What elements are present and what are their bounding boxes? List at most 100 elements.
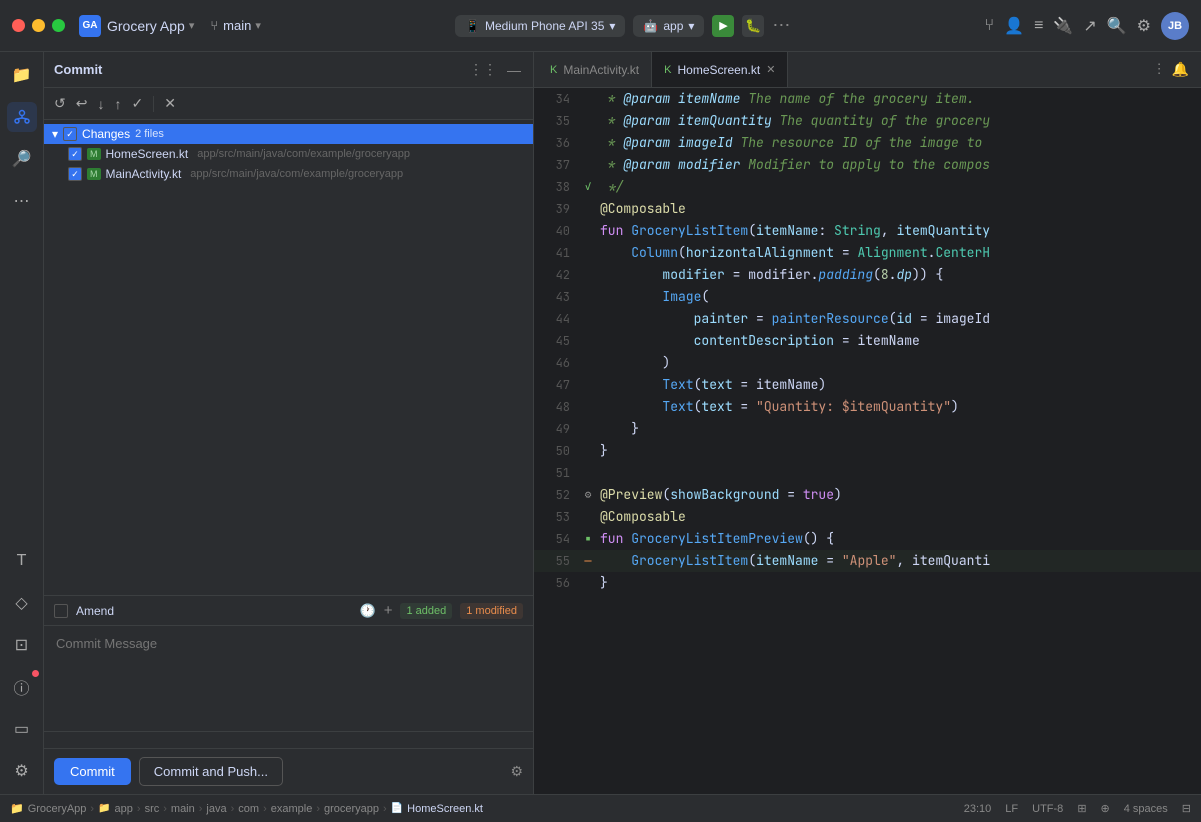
breadcrumb-com[interactable]: com <box>238 803 259 815</box>
code-line-48: 48 Text(text = "Quantity: $itemQuantity"… <box>534 396 1201 418</box>
branch-selector[interactable]: ⑂ main ▾ <box>210 18 261 33</box>
minimize-button[interactable] <box>32 19 45 32</box>
breadcrumb-main[interactable]: main <box>171 803 195 815</box>
code-line-51: 51 <box>534 462 1201 484</box>
line-indicator: — <box>580 550 596 572</box>
line-ending-indicator[interactable]: LF <box>1005 803 1018 815</box>
code-line-55: 55 — GroceryListItem(itemName = "Apple",… <box>534 550 1201 572</box>
breadcrumb-app[interactable]: app <box>115 803 133 815</box>
rollback-icon[interactable]: ↩ <box>74 93 90 114</box>
line-number: 46 <box>534 352 580 374</box>
changes-group-label: Changes <box>82 127 130 141</box>
line-number: 39 <box>534 198 580 220</box>
changes-group-checkbox[interactable]: ✓ <box>63 127 77 141</box>
notifications-icon[interactable]: 🔔 <box>1172 61 1189 78</box>
rail-terminal-icon[interactable]: ▭ <box>7 714 37 744</box>
code-editor-panel: K MainActivity.kt K HomeScreen.kt ✕ ⋮ 🔔 … <box>534 52 1201 794</box>
rail-find-icon[interactable]: 🔎 <box>7 144 37 174</box>
find-icon[interactable]: 👤 <box>1004 16 1024 36</box>
check-icon[interactable]: ✓ <box>129 93 145 114</box>
tab-mainactivity[interactable]: K MainActivity.kt <box>538 52 652 87</box>
run-configs-icon[interactable]: ≡ <box>1034 17 1043 35</box>
code-line-46: 46 ) <box>534 352 1201 374</box>
run-target-chevron-icon: ▾ <box>688 19 694 33</box>
plugins-icon[interactable]: 🔌 <box>1053 16 1073 36</box>
rail-vcs-icon[interactable] <box>7 102 37 132</box>
refresh-icon[interactable]: ↺ <box>52 93 68 114</box>
rail-bottom-icon2[interactable]: ◇ <box>7 588 37 618</box>
file-checkbox-mainactivity[interactable]: ✓ <box>68 167 82 181</box>
encoding-indicator[interactable]: UTF-8 <box>1032 803 1063 815</box>
line-number: 51 <box>534 462 580 484</box>
run-button[interactable]: ▶ <box>712 15 734 37</box>
panel-collapse-icon[interactable]: — <box>505 60 523 80</box>
close-vcs-icon[interactable]: ✕ <box>162 93 178 114</box>
rail-bottom-icon3[interactable]: ⊡ <box>7 630 37 660</box>
code-line-38: 38 ✓ */ <box>534 176 1201 198</box>
amend-checkbox[interactable] <box>54 604 68 618</box>
line-number: 48 <box>534 396 580 418</box>
push-icon[interactable]: ↑ <box>112 94 123 114</box>
search-icon[interactable]: 🔍 <box>1107 16 1127 36</box>
main-area: 📁 🔎 ⋯ T ◇ ⊡ ⓘ ▭ ⚙ Commit <box>0 52 1201 794</box>
breadcrumb-src[interactable]: src <box>145 803 160 815</box>
device-selector[interactable]: 📱 Medium Phone API 35 ▾ <box>455 15 625 37</box>
vcs-icon[interactable]: ⑂ <box>985 17 995 35</box>
changes-group-header[interactable]: ▾ ✓ Changes 2 files <box>44 124 533 144</box>
breadcrumb-groceryapp[interactable]: GroceryApp <box>28 803 87 815</box>
breadcrumb-groceryapp2[interactable]: groceryapp <box>324 803 379 815</box>
breadcrumb-homescreen[interactable]: HomeScreen.kt <box>407 803 483 815</box>
maximize-button[interactable] <box>52 19 65 32</box>
line-content: * @param imageId The resource ID of the … <box>596 132 1201 154</box>
status-right: 23:10 LF UTF-8 ⊞ ⊕ 4 spaces ⊟ <box>964 802 1191 815</box>
breadcrumb-example[interactable]: example <box>271 803 313 815</box>
tab-homescreen[interactable]: K HomeScreen.kt ✕ <box>652 52 788 87</box>
run-target-selector[interactable]: 🤖 app ▾ <box>633 15 704 37</box>
panel-options-icon[interactable]: ⋮⋮ <box>467 59 499 80</box>
file-type-badge: M <box>87 148 101 160</box>
stats-added-badge: 1 added <box>400 603 452 619</box>
settings-icon[interactable]: ⚙ <box>1137 16 1151 36</box>
line-number: 50 <box>534 440 580 462</box>
line-content: modifier = modifier.padding(8.dp)) { <box>596 264 1201 286</box>
breadcrumb-app-icon: 📁 <box>98 803 110 814</box>
list-item[interactable]: ✓ M HomeScreen.kt app/src/main/java/com/… <box>44 144 533 164</box>
line-content: fun GroceryListItem(itemName: String, it… <box>596 220 1201 242</box>
line-content: * @param itemQuantity The quantity of th… <box>596 110 1201 132</box>
gear-inline-icon[interactable]: ⚙ <box>585 484 592 506</box>
line-content: * @param itemName The name of the grocer… <box>596 88 1201 110</box>
breadcrumb-java[interactable]: java <box>206 803 226 815</box>
history-icon[interactable]: 🕐 <box>360 603 376 619</box>
share-icon[interactable]: ↗ <box>1083 16 1096 36</box>
close-button[interactable] <box>12 19 25 32</box>
commit-button[interactable]: Commit <box>54 758 131 785</box>
commit-settings-icon[interactable]: ⚙ <box>510 763 523 780</box>
add-icon[interactable]: + <box>384 602 393 619</box>
avatar[interactable]: JB <box>1161 12 1189 40</box>
debug-button[interactable]: 🐛 <box>742 15 764 37</box>
commit-message-input[interactable] <box>44 626 533 726</box>
editor-tabs: K MainActivity.kt K HomeScreen.kt ✕ ⋮ 🔔 <box>534 52 1201 88</box>
more-actions-icon[interactable]: ⋯ <box>772 15 790 36</box>
line-content: @Composable <box>596 506 1201 528</box>
file-name-mainactivity: MainActivity.kt <box>106 167 182 181</box>
line-number: 55 <box>534 550 580 572</box>
code-editor-content[interactable]: 34 * @param itemName The name of the gro… <box>534 88 1201 794</box>
statusbar: 📁 GroceryApp › 📁 app › src › main › java… <box>0 794 1201 822</box>
commit-and-push-button[interactable]: Commit and Push... <box>139 757 283 786</box>
tab-actions-icon[interactable]: ⋮ <box>1153 61 1166 78</box>
rail-settings-bottom-icon[interactable]: ⚙ <box>7 756 37 786</box>
update-icon[interactable]: ↓ <box>95 94 106 114</box>
file-checkbox-homescreen[interactable]: ✓ <box>68 147 82 161</box>
rail-more-icon[interactable]: ⋯ <box>7 186 37 216</box>
rail-notification-icon[interactable]: ⓘ <box>7 672 37 702</box>
code-line-34: 34 * @param itemName The name of the gro… <box>534 88 1201 110</box>
line-content: Text(text = "Quantity: $itemQuantity") <box>596 396 1201 418</box>
indent-indicator[interactable]: 4 spaces <box>1124 803 1168 815</box>
tab-close-icon[interactable]: ✕ <box>766 63 775 76</box>
rail-bottom-icon1[interactable]: T <box>7 546 37 576</box>
editor-tab-actions: ⋮ 🔔 <box>1145 61 1197 78</box>
rail-project-icon[interactable]: 📁 <box>7 60 37 90</box>
list-item[interactable]: ✓ M MainActivity.kt app/src/main/java/co… <box>44 164 533 184</box>
line-number: 37 <box>534 154 580 176</box>
